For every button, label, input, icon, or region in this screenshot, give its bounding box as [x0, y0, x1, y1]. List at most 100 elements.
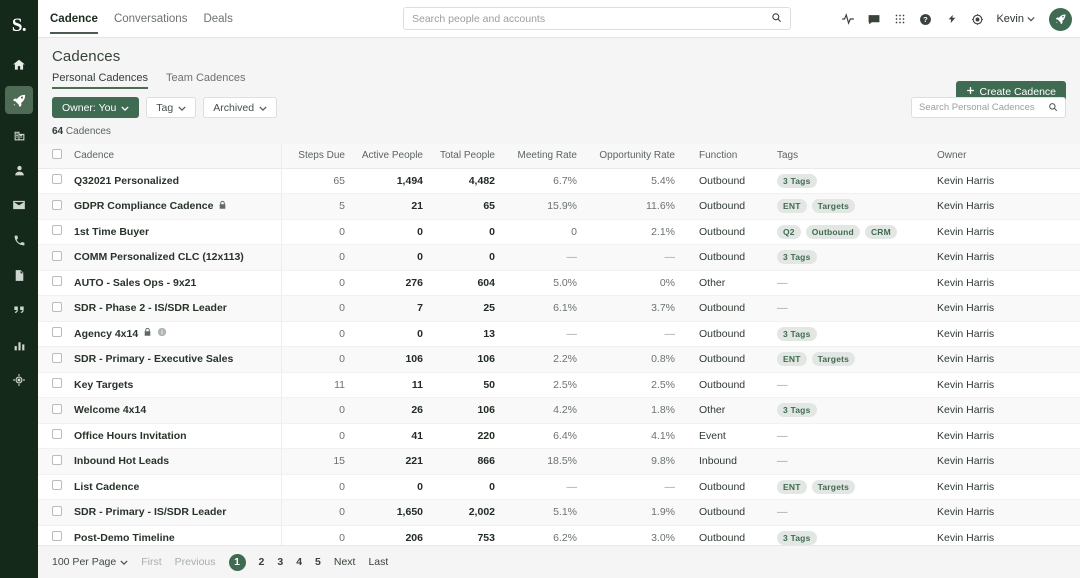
row-checkbox[interactable] — [52, 174, 62, 184]
tag-pill[interactable]: Q2 — [777, 225, 801, 239]
pagination-page-2[interactable]: 2 — [259, 556, 265, 568]
tag-pill[interactable]: 3 Tags — [777, 174, 817, 188]
filter-archived[interactable]: Archived — [203, 97, 277, 118]
row-checkbox[interactable] — [52, 429, 62, 439]
tag-pill[interactable]: Targets — [812, 480, 855, 494]
tag-pill[interactable]: 3 Tags — [777, 403, 817, 417]
tag-pill[interactable]: 3 Tags — [777, 327, 817, 341]
cadence-name-cell[interactable]: AUTO - Sales Ops - 9x21 — [66, 270, 281, 296]
table-row[interactable]: Post-Demo Timeline02067536.2%3.0%Outboun… — [38, 525, 1080, 545]
row-checkbox[interactable] — [52, 480, 62, 490]
row-checkbox[interactable] — [52, 455, 62, 465]
cadence-name-cell[interactable]: Key Targets — [66, 372, 281, 398]
tag-pill[interactable]: CRM — [865, 225, 897, 239]
avatar[interactable] — [1049, 8, 1072, 31]
cadence-name-cell[interactable]: SDR - Phase 2 - IS/SDR Leader — [66, 296, 281, 322]
tag-pill[interactable]: ENT — [777, 352, 807, 366]
sidebar-item-cadence[interactable] — [5, 86, 33, 114]
column-steps-due[interactable]: Steps Due — [281, 144, 353, 168]
table-row[interactable]: SDR - Primary - IS/SDR Leader01,6502,002… — [38, 500, 1080, 526]
row-checkbox[interactable] — [52, 302, 62, 312]
tag-pill[interactable]: ENT — [777, 480, 807, 494]
info-icon[interactable] — [157, 327, 167, 340]
activity-icon[interactable] — [840, 12, 855, 27]
sidebar-item-home[interactable] — [5, 51, 33, 79]
column-total-people[interactable]: Total People — [431, 144, 503, 168]
cadence-name-cell[interactable]: Post-Demo Timeline — [66, 525, 281, 545]
lightning-icon[interactable] — [944, 12, 959, 27]
row-checkbox[interactable] — [52, 251, 62, 261]
column-function[interactable]: Function — [683, 144, 761, 168]
sidebar-item-accounts[interactable] — [5, 121, 33, 149]
table-row[interactable]: Key Targets1111502.5%2.5%Outbound—Kevin … — [38, 372, 1080, 398]
row-checkbox[interactable] — [52, 531, 62, 541]
sidebar-item-emails[interactable] — [5, 191, 33, 219]
row-checkbox[interactable] — [52, 225, 62, 235]
pagination-last[interactable]: Last — [368, 556, 388, 568]
pagination-first[interactable]: First — [141, 556, 161, 568]
column-cadence[interactable]: Cadence — [66, 144, 281, 168]
tag-pill[interactable]: ENT — [777, 199, 807, 213]
select-all-checkbox[interactable] — [52, 149, 62, 159]
cadence-name-cell[interactable]: SDR - Primary - Executive Sales — [66, 347, 281, 373]
filter-owner[interactable]: Owner: You — [52, 97, 139, 118]
sidebar-item-templates[interactable] — [5, 261, 33, 289]
column-meeting-rate[interactable]: Meeting Rate — [503, 144, 585, 168]
table-row[interactable]: COMM Personalized CLC (12x113)000——Outbo… — [38, 245, 1080, 271]
cadence-search-input[interactable]: Search Personal Cadences — [911, 97, 1066, 118]
table-row[interactable]: Q32021 Personalized651,4944,4826.7%5.4%O… — [38, 168, 1080, 194]
tag-pill[interactable]: Targets — [812, 199, 855, 213]
row-checkbox[interactable] — [52, 378, 62, 388]
chat-icon[interactable] — [866, 12, 881, 27]
row-checkbox[interactable] — [52, 200, 62, 210]
cadence-name-cell[interactable]: List Cadence — [66, 474, 281, 500]
row-checkbox[interactable] — [52, 353, 62, 363]
sidebar-item-deals[interactable] — [5, 366, 33, 394]
cadence-name-cell[interactable]: SDR - Primary - IS/SDR Leader — [66, 500, 281, 526]
table-row[interactable]: 1st Time Buyer00002.1%OutboundQ2Outbound… — [38, 219, 1080, 245]
tag-pill[interactable]: Outbound — [806, 225, 860, 239]
cadence-name-cell[interactable]: COMM Personalized CLC (12x113) — [66, 245, 281, 271]
sidebar-item-snippets[interactable] — [5, 296, 33, 324]
pagination-page-3[interactable]: 3 — [277, 556, 283, 568]
table-row[interactable]: GDPR Compliance Cadence5216515.9%11.6%Ou… — [38, 194, 1080, 220]
pagination-next[interactable]: Next — [334, 556, 356, 568]
cadence-name-cell[interactable]: Office Hours Invitation — [66, 423, 281, 449]
cadence-name-cell[interactable]: Agency 4x14 — [66, 321, 281, 347]
global-search-input[interactable]: Search people and accounts — [403, 7, 791, 30]
table-row[interactable]: Inbound Hot Leads1522186618.5%9.8%Inboun… — [38, 449, 1080, 475]
dialpad-icon[interactable] — [892, 12, 907, 27]
table-row[interactable]: List Cadence000——OutboundENTTargetsKevin… — [38, 474, 1080, 500]
tag-pill[interactable]: 3 Tags — [777, 250, 817, 264]
sidebar-item-people[interactable] — [5, 156, 33, 184]
column-tags[interactable]: Tags — [761, 144, 921, 168]
settings-icon[interactable] — [970, 12, 985, 27]
row-checkbox[interactable] — [52, 327, 62, 337]
cadence-name-cell[interactable]: 1st Time Buyer — [66, 219, 281, 245]
row-checkbox[interactable] — [52, 506, 62, 516]
column-active-people[interactable]: Active People — [353, 144, 431, 168]
table-row[interactable]: AUTO - Sales Ops - 9x2102766045.0%0%Othe… — [38, 270, 1080, 296]
pagination-page-5[interactable]: 5 — [315, 556, 321, 568]
column-owner[interactable]: Owner — [921, 144, 1080, 168]
filter-tag[interactable]: Tag — [146, 97, 196, 118]
tag-pill[interactable]: Targets — [812, 352, 855, 366]
table-row[interactable]: SDR - Phase 2 - IS/SDR Leader07256.1%3.7… — [38, 296, 1080, 322]
per-page-selector[interactable]: 100 Per Page — [52, 556, 128, 568]
cadence-name-cell[interactable]: GDPR Compliance Cadence — [66, 194, 281, 220]
sidebar-item-analytics[interactable] — [5, 331, 33, 359]
tab-conversations[interactable]: Conversations — [114, 0, 188, 38]
help-icon[interactable]: ? — [918, 12, 933, 27]
table-row[interactable]: Welcome 4x140261064.2%1.8%Other3 TagsKev… — [38, 398, 1080, 424]
column-opportunity-rate[interactable]: Opportunity Rate — [585, 144, 683, 168]
tab-cadence[interactable]: Cadence — [50, 0, 98, 38]
user-menu[interactable]: Kevin — [996, 13, 1035, 25]
pagination-previous[interactable]: Previous — [175, 556, 216, 568]
row-checkbox[interactable] — [52, 404, 62, 414]
cadence-name-cell[interactable]: Inbound Hot Leads — [66, 449, 281, 475]
tab-team-cadences[interactable]: Team Cadences — [166, 72, 246, 89]
table-row[interactable]: SDR - Primary - Executive Sales01061062.… — [38, 347, 1080, 373]
row-checkbox[interactable] — [52, 276, 62, 286]
cadence-name-cell[interactable]: Welcome 4x14 — [66, 398, 281, 424]
tag-pill[interactable]: 3 Tags — [777, 531, 817, 545]
